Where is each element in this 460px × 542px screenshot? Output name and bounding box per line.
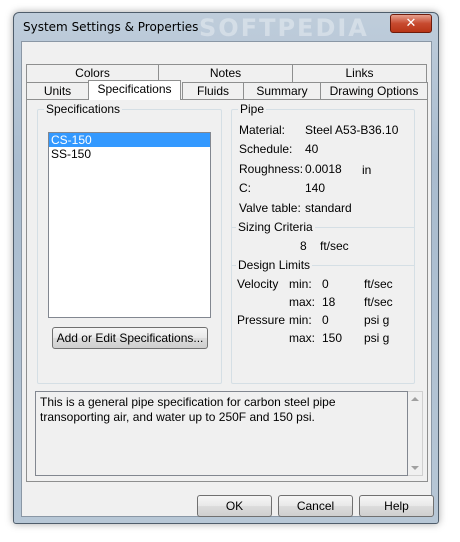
velocity-max-unit: ft/sec: [364, 295, 393, 309]
tab-label: Fluids: [196, 84, 229, 98]
specifications-group: Specifications CS-150 SS-150 Add or Edit…: [37, 102, 222, 384]
tab-fluids[interactable]: Fluids: [182, 82, 244, 100]
roughness-label: Roughness:: [239, 162, 304, 176]
design-limits-label: Design Limits: [236, 258, 313, 272]
tab-label: Drawing Options: [329, 84, 419, 98]
scroll-up-icon[interactable]: [411, 397, 419, 401]
tab-label: Specifications: [97, 82, 172, 96]
schedule-value: 40: [305, 142, 319, 156]
pressure-max-label: max:: [289, 331, 316, 345]
pipe-group-label: Pipe: [240, 102, 265, 116]
watermark: SOFTPEDIA: [199, 14, 369, 42]
specification-description[interactable]: This is a general pipe specification for…: [35, 391, 408, 476]
pressure-min-unit: psi g: [364, 313, 390, 327]
valve-table-label: Valve table:: [239, 201, 301, 215]
pressure-max-unit: psi g: [364, 331, 390, 345]
pressure-min-value: 0: [322, 313, 329, 327]
dialog-client-area: Colors Notes Links Units Specifications …: [21, 41, 434, 517]
scroll-down-icon[interactable]: [411, 466, 419, 470]
tab-label: Colors: [75, 66, 110, 80]
velocity-max-label: max:: [289, 295, 316, 309]
schedule-label: Schedule:: [239, 142, 293, 156]
specifications-listbox[interactable]: CS-150 SS-150: [48, 132, 211, 318]
tab-label: Links: [345, 66, 374, 80]
tab-drawing-options[interactable]: Drawing Options: [320, 82, 428, 100]
list-item[interactable]: CS-150: [49, 133, 210, 147]
title-bar[interactable]: System Settings & Properties SOFTPEDIA ✕: [14, 13, 438, 42]
dialog-window: System Settings & Properties SOFTPEDIA ✕…: [13, 12, 439, 524]
velocity-label: Velocity: [237, 277, 279, 291]
velocity-min-unit: ft/sec: [364, 277, 393, 291]
window-title: System Settings & Properties: [23, 20, 199, 34]
list-item[interactable]: SS-150: [49, 147, 210, 161]
material-label: Material:: [239, 123, 286, 137]
c-value: 140: [305, 181, 326, 195]
tab-links[interactable]: Links: [292, 64, 427, 82]
pipe-group: Pipe Material: Steel A53-B36.10 Schedule…: [231, 102, 415, 384]
help-button[interactable]: Help: [359, 495, 434, 517]
tab-label: Summary: [256, 84, 308, 98]
tab-specifications[interactable]: Specifications: [88, 80, 181, 100]
sizing-criteria-label: Sizing Criteria: [236, 220, 315, 234]
close-button[interactable]: ✕: [390, 14, 432, 33]
velocity-min-value: 0: [322, 277, 329, 291]
close-icon: ✕: [405, 16, 417, 31]
list-item-label: SS-150: [51, 147, 92, 161]
valve-table-value: standard: [305, 201, 352, 215]
tab-label: Units: [43, 84, 72, 98]
roughness-value: 0.0018: [305, 162, 342, 176]
sizing-unit: ft/sec: [320, 239, 349, 253]
sizing-value: 8: [300, 239, 307, 253]
description-scrollbar[interactable]: [408, 391, 423, 476]
ok-button[interactable]: OK: [197, 495, 272, 517]
specifications-panel: Specifications CS-150 SS-150 Add or Edit…: [26, 99, 428, 482]
pressure-min-label: min:: [289, 313, 312, 327]
list-item-label: CS-150: [51, 133, 92, 147]
material-value: Steel A53-B36.10: [305, 123, 399, 137]
cancel-button[interactable]: Cancel: [278, 495, 353, 517]
velocity-min-label: min:: [289, 277, 312, 291]
tab-units[interactable]: Units: [26, 82, 89, 100]
c-label: C:: [239, 181, 251, 195]
roughness-unit: in: [362, 163, 372, 177]
add-edit-specifications-button[interactable]: Add or Edit Specifications...: [52, 327, 208, 349]
pressure-label: Pressure: [237, 313, 286, 327]
specifications-group-label: Specifications: [46, 102, 121, 116]
velocity-max-value: 18: [322, 295, 336, 309]
tab-label: Notes: [209, 66, 242, 80]
pressure-max-value: 150: [322, 331, 343, 345]
tab-summary[interactable]: Summary: [243, 82, 321, 100]
